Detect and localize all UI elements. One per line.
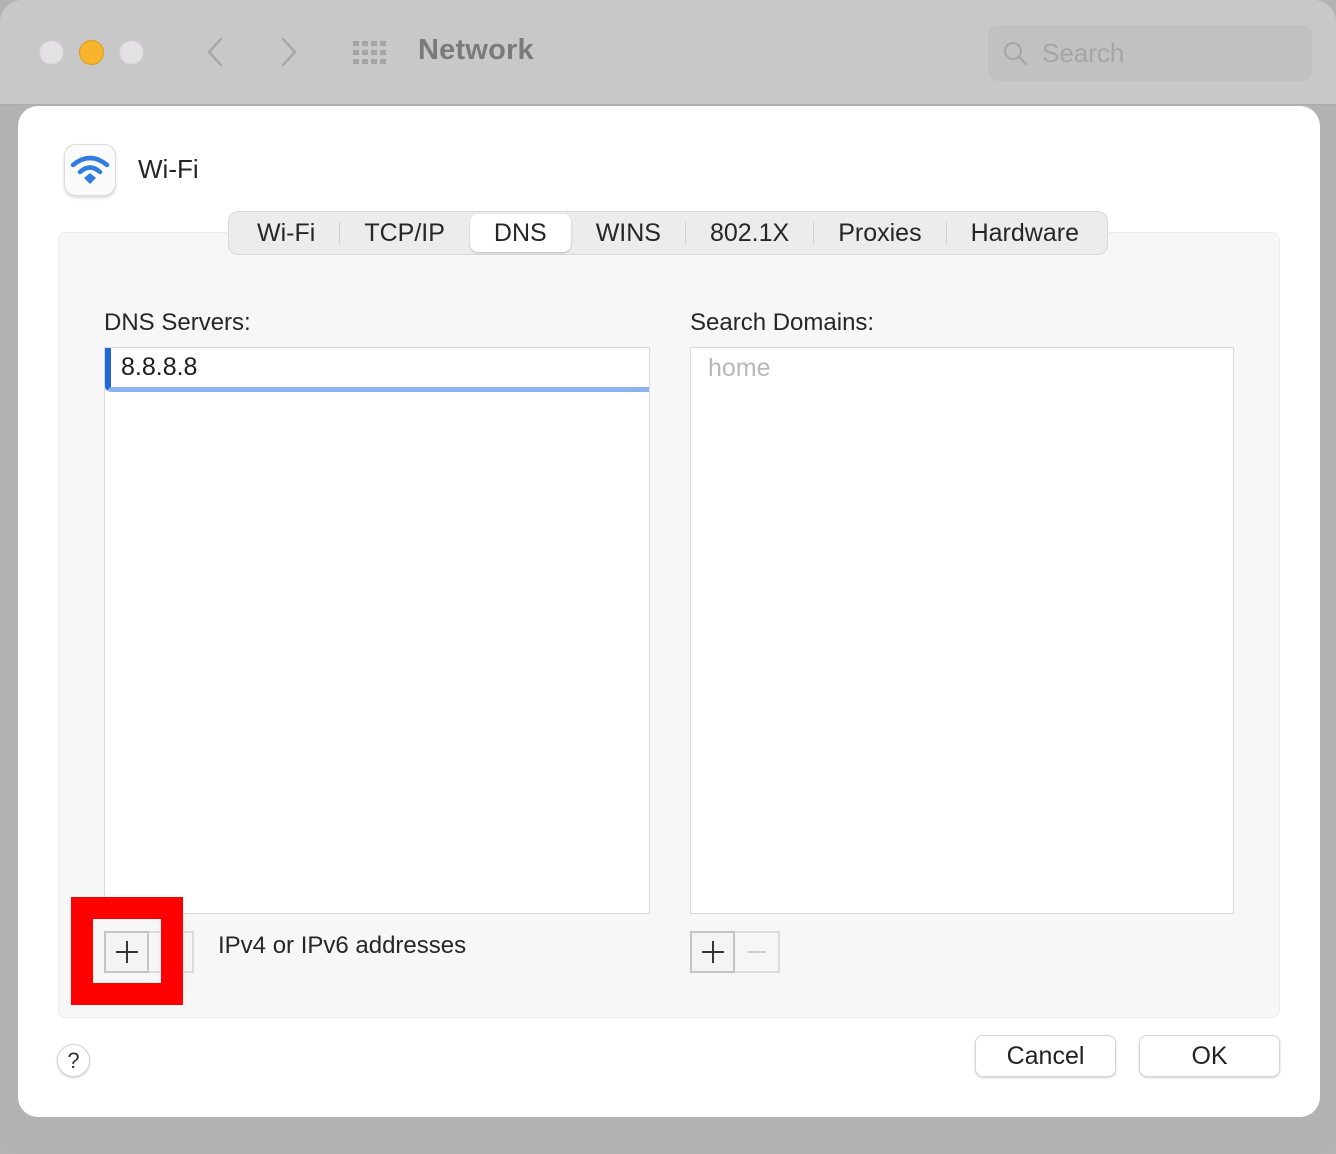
- search-field[interactable]: [988, 25, 1312, 81]
- title-bar: Network: [0, 0, 1336, 105]
- dns-servers-hint: IPv4 or IPv6 addresses: [218, 932, 467, 959]
- window-title: Network: [418, 34, 534, 66]
- minus-icon: [747, 951, 766, 953]
- chevron-right-icon: [281, 37, 297, 67]
- remove-search-domain-button[interactable]: [735, 931, 780, 973]
- dns-servers-label: DNS Servers:: [104, 309, 251, 336]
- dns-servers-add-remove: [104, 931, 194, 973]
- minus-icon: [161, 951, 180, 953]
- help-button[interactable]: ?: [57, 1044, 90, 1077]
- minimize-window-button[interactable]: [79, 40, 104, 65]
- tab-wins[interactable]: WINS: [572, 214, 685, 252]
- tab-dns[interactable]: DNS: [469, 214, 571, 252]
- search-domains-placeholder: home: [708, 354, 771, 382]
- tab-8021x[interactable]: 802.1X: [686, 214, 813, 252]
- grid-icon: [353, 41, 386, 64]
- add-search-domain-button[interactable]: [690, 931, 735, 973]
- show-all-button[interactable]: [352, 40, 388, 66]
- search-domains-label: Search Domains:: [690, 309, 875, 336]
- search-domains-list[interactable]: home: [690, 347, 1234, 914]
- add-dns-server-button[interactable]: [104, 931, 149, 973]
- ok-button[interactable]: OK: [1139, 1035, 1280, 1077]
- network-window: Network Wi-Fi Wi-Fi TCP/IP: [0, 0, 1336, 1154]
- search-icon: [1002, 40, 1028, 66]
- close-window-button[interactable]: [39, 40, 64, 65]
- wifi-icon: [70, 155, 110, 184]
- tab-hardware[interactable]: Hardware: [947, 214, 1103, 252]
- tab-tcpip[interactable]: TCP/IP: [340, 214, 469, 252]
- forward-button[interactable]: [276, 36, 302, 68]
- search-domains-add-remove: [690, 931, 780, 973]
- search-input[interactable]: [1042, 37, 1292, 69]
- interface-name: Wi-Fi: [138, 154, 199, 184]
- advanced-settings-sheet: Wi-Fi Wi-Fi TCP/IP DNS WINS 802.1X Proxi…: [18, 106, 1320, 1117]
- zoom-window-button[interactable]: [119, 40, 144, 65]
- settings-tabs: Wi-Fi TCP/IP DNS WINS 802.1X Proxies Har…: [228, 211, 1108, 255]
- remove-dns-server-button[interactable]: [149, 931, 194, 973]
- chevron-left-icon: [207, 37, 223, 67]
- back-button[interactable]: [202, 36, 228, 68]
- interface-icon-tile: [64, 144, 116, 196]
- tab-proxies[interactable]: Proxies: [814, 214, 945, 252]
- plus-icon: [701, 941, 724, 963]
- dns-servers-list[interactable]: 8.8.8.8: [104, 347, 650, 914]
- tab-wifi[interactable]: Wi-Fi: [233, 214, 339, 252]
- dns-server-entry[interactable]: 8.8.8.8: [105, 348, 649, 392]
- cancel-button[interactable]: Cancel: [975, 1035, 1116, 1077]
- plus-icon: [115, 941, 138, 963]
